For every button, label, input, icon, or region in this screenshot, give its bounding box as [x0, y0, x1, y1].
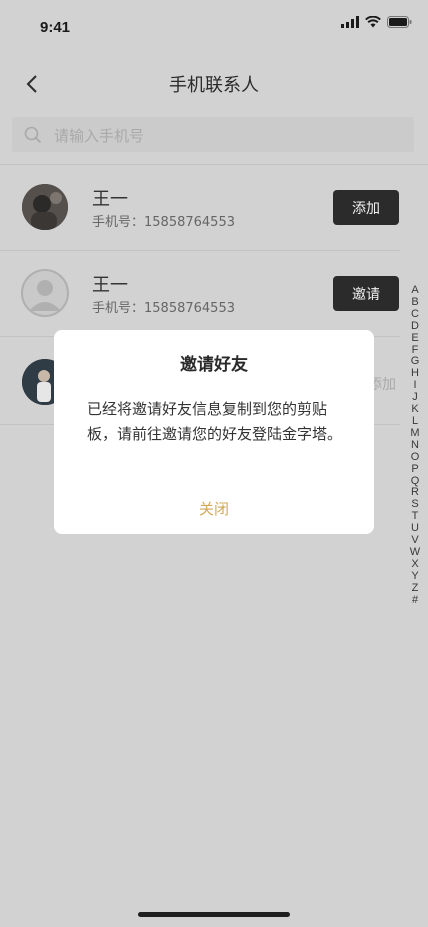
index-letter[interactable]: M	[408, 427, 422, 440]
index-letter[interactable]: P	[408, 463, 422, 476]
list-item[interactable]: 王一 手机号：15858764553 邀请	[0, 251, 428, 337]
wifi-icon	[365, 16, 381, 28]
index-letter[interactable]: O	[408, 451, 422, 464]
search-icon	[24, 126, 42, 144]
close-button[interactable]: 关闭	[54, 498, 374, 519]
add-button[interactable]: 添加	[333, 190, 399, 225]
home-indicator	[138, 912, 290, 917]
list-item[interactable]: 王一 手机号：15858764553 添加	[0, 165, 428, 251]
index-letter[interactable]: N	[408, 439, 422, 452]
contact-name: 王一	[92, 275, 128, 296]
index-letter[interactable]: C	[408, 308, 422, 321]
search-input[interactable]: 请输入手机号	[12, 117, 414, 152]
index-letter[interactable]: Z	[408, 582, 422, 595]
signal-icon	[341, 16, 359, 28]
search-placeholder: 请输入手机号	[54, 127, 145, 145]
index-letter[interactable]: #	[408, 594, 422, 607]
index-letter[interactable]: X	[408, 558, 422, 571]
invite-dialog: 邀请好友 已经将邀请好友信息复制到您的剪贴板，请前往邀请您的好友登陆金字塔。 关…	[54, 330, 374, 534]
contact-name: 王一	[92, 189, 128, 210]
status-time: 9:41	[40, 19, 71, 36]
index-letter[interactable]: Y	[408, 570, 422, 583]
battery-icon	[387, 16, 412, 28]
index-letter[interactable]: E	[408, 332, 422, 345]
alphabet-index[interactable]: A B C D E F G H I J K L M N O P Q R S T U V W X Y Z #	[408, 284, 422, 607]
page-title: 手机联系人	[169, 75, 259, 96]
avatar	[21, 269, 69, 317]
invite-button[interactable]: 邀请	[333, 276, 399, 311]
index-letter[interactable]: D	[408, 320, 422, 333]
avatar	[22, 184, 68, 230]
dialog-message: 已经将邀请好友信息复制到您的剪贴板，请前往邀请您的好友登陆金字塔。	[87, 400, 343, 443]
status-icons	[341, 16, 412, 28]
dialog-title: 邀请好友	[180, 355, 248, 375]
contact-phone: 手机号：15858764553	[92, 215, 235, 230]
contact-phone: 手机号：15858764553	[92, 301, 235, 316]
